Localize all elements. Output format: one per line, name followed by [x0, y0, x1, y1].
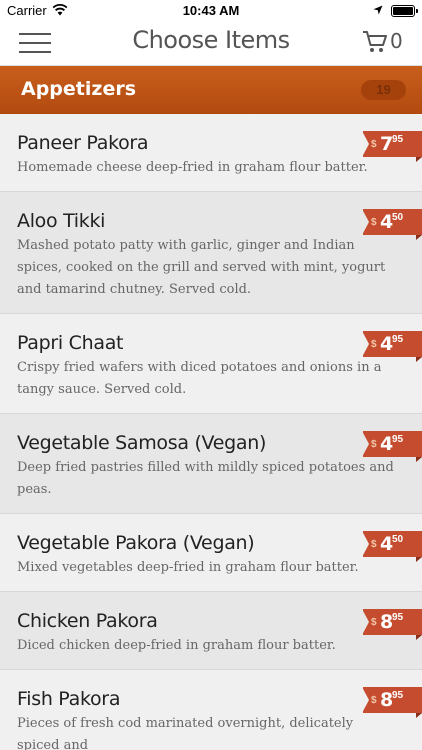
status-bar: Carrier 10:43 AM [0, 0, 422, 22]
item-description: Crispy fried wafers with diced potatoes … [17, 360, 382, 397]
price-tag: $ 7 95 [362, 131, 422, 162]
item-name: Paneer Pakora [17, 132, 149, 154]
clock: 10:43 AM [182, 3, 240, 18]
price-currency: $ [371, 617, 377, 628]
item-description: Diced chicken deep-fried in graham flour… [17, 638, 336, 653]
item-description: Mashed potato patty with garlic, ginger … [17, 238, 386, 297]
item-name: Vegetable Pakora (Vegan) [17, 532, 255, 554]
price-currency: $ [371, 217, 377, 228]
price-currency: $ [371, 339, 377, 350]
price-tag: $ 4 95 [362, 431, 422, 462]
category-title: Appetizers [21, 78, 137, 100]
item-name: Vegetable Samosa (Vegan) [17, 432, 267, 454]
price-tag: $ 4 95 [362, 331, 422, 362]
item-description: Deep fried pastries filled with mildly s… [17, 460, 394, 497]
menu-item[interactable]: Paneer Pakora Homemade cheese deep-fried… [0, 114, 422, 192]
price-cents: 95 [392, 334, 404, 345]
battery-full-icon [391, 5, 418, 17]
menu-item-list: Paneer Pakora Homemade cheese deep-fried… [0, 114, 422, 750]
item-description: Mixed vegetables deep-fried in graham fl… [17, 560, 359, 575]
price-cents: 95 [392, 612, 404, 623]
price-cents: 95 [392, 434, 404, 445]
price-cents: 95 [392, 690, 404, 701]
price-tag: $ 4 50 [362, 209, 422, 240]
navigation-bar: Choose Items 0 [0, 22, 422, 66]
item-name: Papri Chaat [17, 332, 124, 354]
menu-item[interactable]: Vegetable Pakora (Vegan) Mixed vegetable… [0, 514, 422, 592]
price-cents: 50 [392, 534, 404, 545]
item-name: Chicken Pakora [17, 610, 158, 632]
page-title: Choose Items [132, 26, 290, 54]
price-tag: $ 4 50 [362, 531, 422, 562]
menu-item[interactable]: Fish Pakora Pieces of fresh cod marinate… [0, 670, 422, 750]
menu-item[interactable]: Aloo Tikki Mashed potato patty with garl… [0, 192, 422, 314]
menu-item[interactable]: Chicken Pakora Diced chicken deep-fried … [0, 592, 422, 670]
menu-item[interactable]: Papri Chaat Crispy fried wafers with dic… [0, 314, 422, 414]
item-description: Pieces of fresh cod marinated overnight,… [17, 716, 354, 750]
price-tag: $ 8 95 [362, 609, 422, 640]
cart-count[interactable]: 0 [390, 29, 403, 53]
category-header-appetizers[interactable]: Appetizers 19 [0, 66, 422, 114]
price-currency: $ [371, 139, 377, 150]
price-cents: 50 [392, 212, 404, 223]
menu-item[interactable]: Vegetable Samosa (Vegan) Deep fried past… [0, 414, 422, 514]
item-description: Homemade cheese deep-fried in graham flo… [17, 160, 368, 175]
item-name: Aloo Tikki [17, 210, 106, 232]
price-tag: $ 8 95 [362, 687, 422, 718]
category-item-count-badge: 19 [361, 80, 406, 100]
shopping-cart-icon[interactable] [362, 30, 388, 54]
price-cents: 95 [392, 134, 404, 145]
price-currency: $ [371, 539, 377, 550]
price-currency: $ [371, 439, 377, 450]
price-currency: $ [371, 695, 377, 706]
location-arrow-icon [373, 5, 383, 15]
item-name: Fish Pakora [17, 688, 121, 710]
